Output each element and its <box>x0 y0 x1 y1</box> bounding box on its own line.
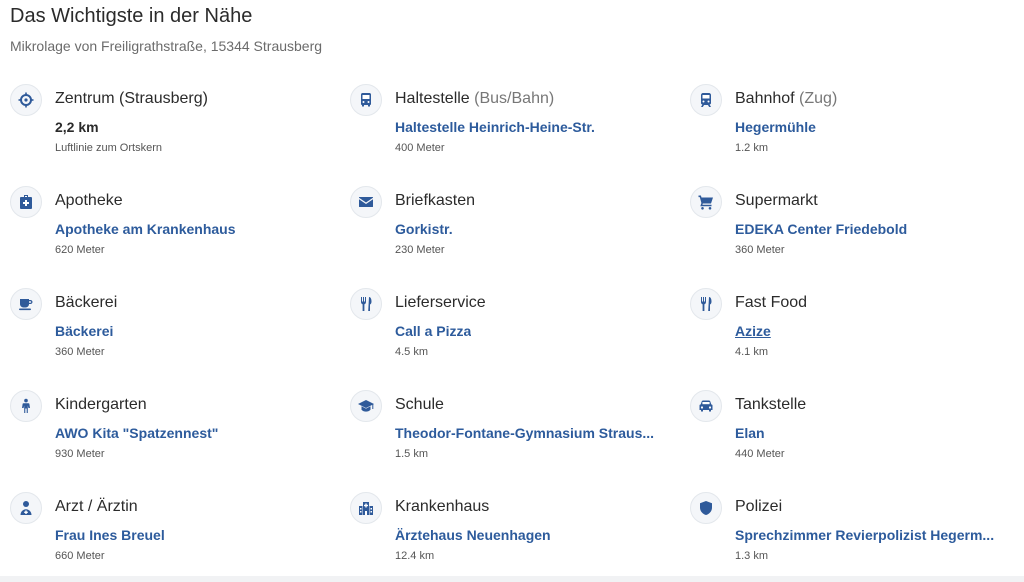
distance-text: Luftlinie zum Ortskern <box>55 142 162 154</box>
distance-text: 1.3 km <box>735 550 769 562</box>
cutlery-icon <box>690 288 722 320</box>
nearby-item: Arzt / Ärztin Frau Ines Breuel 660 Meter <box>10 492 350 582</box>
category-label: Tankstelle <box>735 396 807 413</box>
distance-text: 620 Meter <box>55 244 105 256</box>
category-label: Apotheke <box>55 192 123 209</box>
pharmacy-icon <box>10 186 42 218</box>
category-label: Zentrum (Strausberg) <box>55 90 208 107</box>
nearby-item: Haltestelle (Bus/Bahn) Haltestelle Heinr… <box>350 84 690 186</box>
place-name-link[interactable]: Haltestelle Heinrich-Heine-Str. <box>395 119 595 135</box>
nearby-item: Kindergarten AWO Kita "Spatzennest" 930 … <box>10 390 350 492</box>
nearby-item: Tankstelle Elan 440 Meter <box>690 390 1024 492</box>
cup-icon <box>10 288 42 320</box>
train-icon <box>690 84 722 116</box>
place-name-link[interactable]: Frau Ines Breuel <box>55 527 165 543</box>
shield-icon <box>690 492 722 524</box>
nearby-item: Schule Theodor-Fontane-Gymnasium Straus.… <box>350 390 690 492</box>
nearby-item: Fast Food Azize 4.1 km <box>690 288 1024 390</box>
place-name-link[interactable]: Ärztehaus Neuenhagen <box>395 527 551 543</box>
bus-icon <box>350 84 382 116</box>
distance-value: 2,2 km <box>55 119 99 135</box>
category-label: Krankenhaus <box>395 498 490 515</box>
place-name-link[interactable]: Call a Pizza <box>395 323 471 339</box>
nearby-item: Zentrum (Strausberg) 2,2 km Luftlinie zu… <box>10 84 350 186</box>
distance-text: 1.2 km <box>735 142 769 154</box>
doctor-icon <box>10 492 42 524</box>
nearby-item: Supermarkt EDEKA Center Friedebold 360 M… <box>690 186 1024 288</box>
distance-text: 4.5 km <box>395 346 429 358</box>
place-name-link[interactable]: Apotheke am Krankenhaus <box>55 221 236 237</box>
category-label: Bäckerei <box>55 294 118 311</box>
nearby-item: Polizei Sprechzimmer Revierpolizist Hege… <box>690 492 1024 582</box>
car-icon <box>690 390 722 422</box>
nearby-item: Krankenhaus Ärztehaus Neuenhagen 12.4 km <box>350 492 690 582</box>
nearby-item: Bäckerei Bäckerei 360 Meter <box>10 288 350 390</box>
distance-text: 12.4 km <box>395 550 435 562</box>
category-label: Polizei <box>735 498 783 515</box>
distance-text: 660 Meter <box>55 550 105 562</box>
mail-icon <box>350 186 382 218</box>
distance-text: 440 Meter <box>735 448 785 460</box>
category-qualifier: (Zug) <box>794 90 838 107</box>
place-name-link[interactable]: Bäckerei <box>55 323 113 339</box>
place-name-link[interactable]: Sprechzimmer Revierpolizist Hegerm... <box>735 527 994 543</box>
category-label: Haltestelle (Bus/Bahn) <box>395 90 555 107</box>
category-label: Supermarkt <box>735 192 818 209</box>
nearby-item: Lieferservice Call a Pizza 4.5 km <box>350 288 690 390</box>
category-label: Schule <box>395 396 444 413</box>
distance-text: 400 Meter <box>395 142 445 154</box>
place-name-link[interactable]: Elan <box>735 425 765 441</box>
place-name-link[interactable]: Gorkistr. <box>395 221 453 237</box>
hospital-icon <box>350 492 382 524</box>
distance-text: 230 Meter <box>395 244 445 256</box>
distance-text: 1.5 km <box>395 448 429 460</box>
graduation-cap-icon <box>350 390 382 422</box>
place-name-link[interactable]: EDEKA Center Friedebold <box>735 221 907 237</box>
distance-text: 360 Meter <box>735 244 785 256</box>
place-name-link[interactable]: Theodor-Fontane-Gymnasium Straus... <box>395 425 654 441</box>
nearby-item: Briefkasten Gorkistr. 230 Meter <box>350 186 690 288</box>
nearby-item: Bahnhof (Zug) Hegermühle 1.2 km <box>690 84 1024 186</box>
crosshair-icon <box>10 84 42 116</box>
distance-text: 4.1 km <box>735 346 769 358</box>
place-name-link[interactable]: Azize <box>735 323 771 339</box>
nearby-grid: Zentrum (Strausberg) 2,2 km Luftlinie zu… <box>10 84 1024 582</box>
category-qualifier: (Bus/Bahn) <box>469 90 555 107</box>
category-label: Lieferservice <box>395 294 486 311</box>
category-label: Fast Food <box>735 294 808 311</box>
category-label: Arzt / Ärztin <box>55 498 138 515</box>
section-subtitle: Mikrolage von Freiligrathstraße, 15344 S… <box>10 38 323 54</box>
section-title: Das Wichtigste in der Nähe <box>10 5 253 27</box>
bottom-divider <box>0 576 1024 582</box>
child-icon <box>10 390 42 422</box>
category-label: Briefkasten <box>395 192 476 209</box>
place-name-link[interactable]: Hegermühle <box>735 119 816 135</box>
cart-icon <box>690 186 722 218</box>
distance-text: 360 Meter <box>55 346 105 358</box>
category-label: Kindergarten <box>55 396 147 413</box>
place-name-link[interactable]: AWO Kita "Spatzennest" <box>55 425 218 441</box>
distance-text: 930 Meter <box>55 448 105 460</box>
cutlery-icon <box>350 288 382 320</box>
nearby-item: Apotheke Apotheke am Krankenhaus 620 Met… <box>10 186 350 288</box>
category-label: Bahnhof (Zug) <box>735 90 838 107</box>
